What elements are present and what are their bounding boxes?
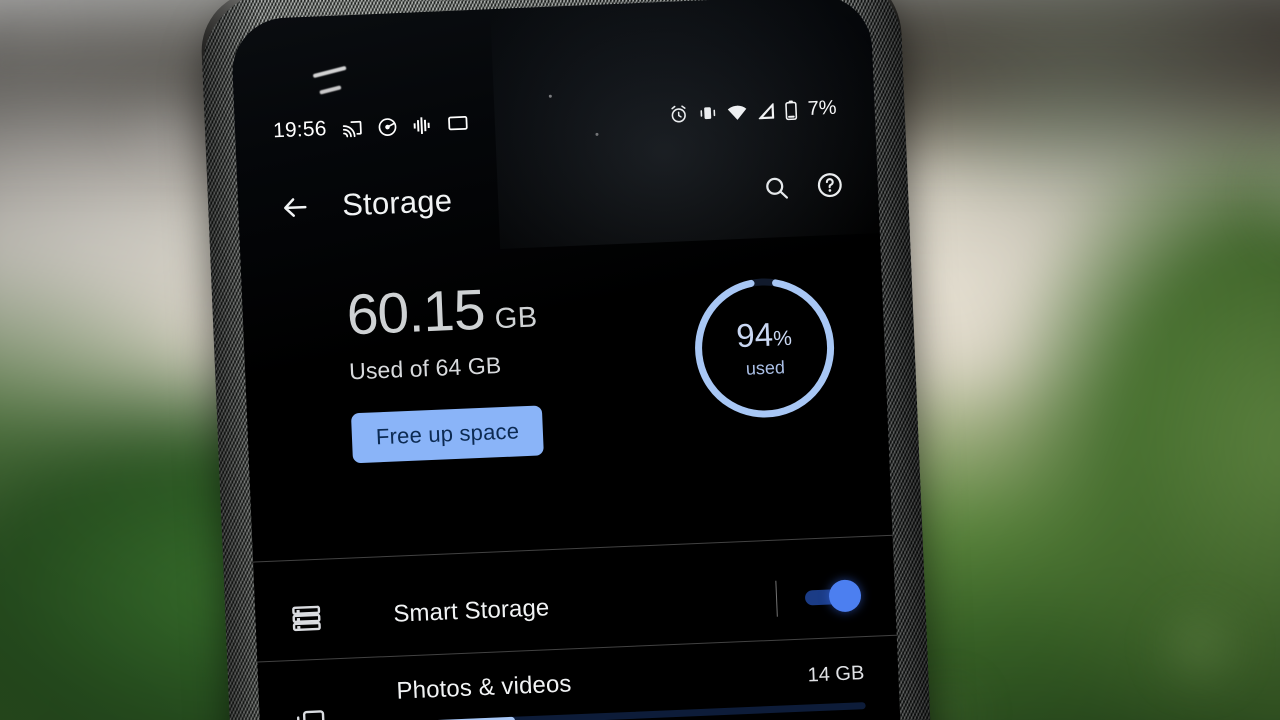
screen-dust-speck <box>548 94 552 98</box>
row-smart-storage[interactable]: Smart Storage <box>254 553 897 662</box>
search-icon[interactable] <box>762 173 790 201</box>
used-value: 60.15 <box>345 277 486 348</box>
battery-percent-label: 7% <box>807 96 838 120</box>
row-label: Smart Storage <box>392 594 550 628</box>
smart-storage-body: Smart Storage <box>343 585 777 631</box>
app-bar: Storage <box>237 151 879 242</box>
usage-percent-symbol: % <box>772 326 793 351</box>
smart-storage-toggle[interactable] <box>804 579 862 613</box>
phone-screen: 19:56 7% Storage 60.15 GB Used of 64 GB … <box>230 0 902 720</box>
usage-ring-chart: 94% used <box>685 269 843 427</box>
usage-percent-value: 94 <box>735 315 774 354</box>
usage-ring-label: 94% used <box>685 269 843 427</box>
used-unit: GB <box>494 301 539 336</box>
storage-settings-app: 19:56 7% Storage 60.15 GB Used of 64 GB … <box>230 0 901 720</box>
storage-racks-icon <box>289 600 344 636</box>
used-amount: 60.15 GB <box>345 277 539 348</box>
help-circle-icon[interactable] <box>815 171 844 200</box>
photos-videos-body: Photos & videos 14 GB <box>346 658 866 720</box>
status-bar-right: 7% <box>668 96 837 126</box>
storage-summary: 60.15 GB Used of 64 GB Free up space 94%… <box>242 259 891 516</box>
phone-device: 19:56 7% Storage 60.15 GB Used of 64 GB … <box>199 0 932 720</box>
photo-scene: 19:56 7% Storage 60.15 GB Used of 64 GB … <box>0 0 1280 720</box>
usage-ring-caption: used <box>745 356 786 379</box>
toggle-thumb <box>828 579 862 613</box>
status-bar: 19:56 7% <box>234 89 875 150</box>
usage-percent: 94% <box>735 315 793 354</box>
battery-icon <box>784 99 798 121</box>
app-bar-actions <box>762 171 844 202</box>
status-bar-clock: 19:56 <box>272 117 328 143</box>
row-label: Photos & videos <box>396 670 572 705</box>
capacity-label: Used of 64 GB <box>348 352 502 385</box>
storage-summary-text: 60.15 GB Used of 64 GB Free up space <box>279 273 545 466</box>
page-title: Storage <box>341 182 453 223</box>
photo-library-icon <box>292 680 348 720</box>
status-bar-left: 19:56 <box>273 111 469 143</box>
free-up-space-button[interactable]: Free up space <box>350 405 545 464</box>
alarm-icon <box>668 104 689 125</box>
screen-cast-icon <box>446 112 469 135</box>
row-size: 14 GB <box>807 662 865 687</box>
signal-icon <box>756 101 776 121</box>
photos-progress-bar <box>397 702 866 720</box>
switch-divider <box>775 580 778 617</box>
screen-dust-speck-2 <box>595 132 599 136</box>
wifi-icon <box>726 101 748 123</box>
back-arrow-icon[interactable] <box>271 184 319 232</box>
vibrate-icon <box>697 103 718 124</box>
data-saver-icon <box>376 116 398 138</box>
cast-icon <box>340 117 363 140</box>
equalizer-icon <box>411 114 433 136</box>
